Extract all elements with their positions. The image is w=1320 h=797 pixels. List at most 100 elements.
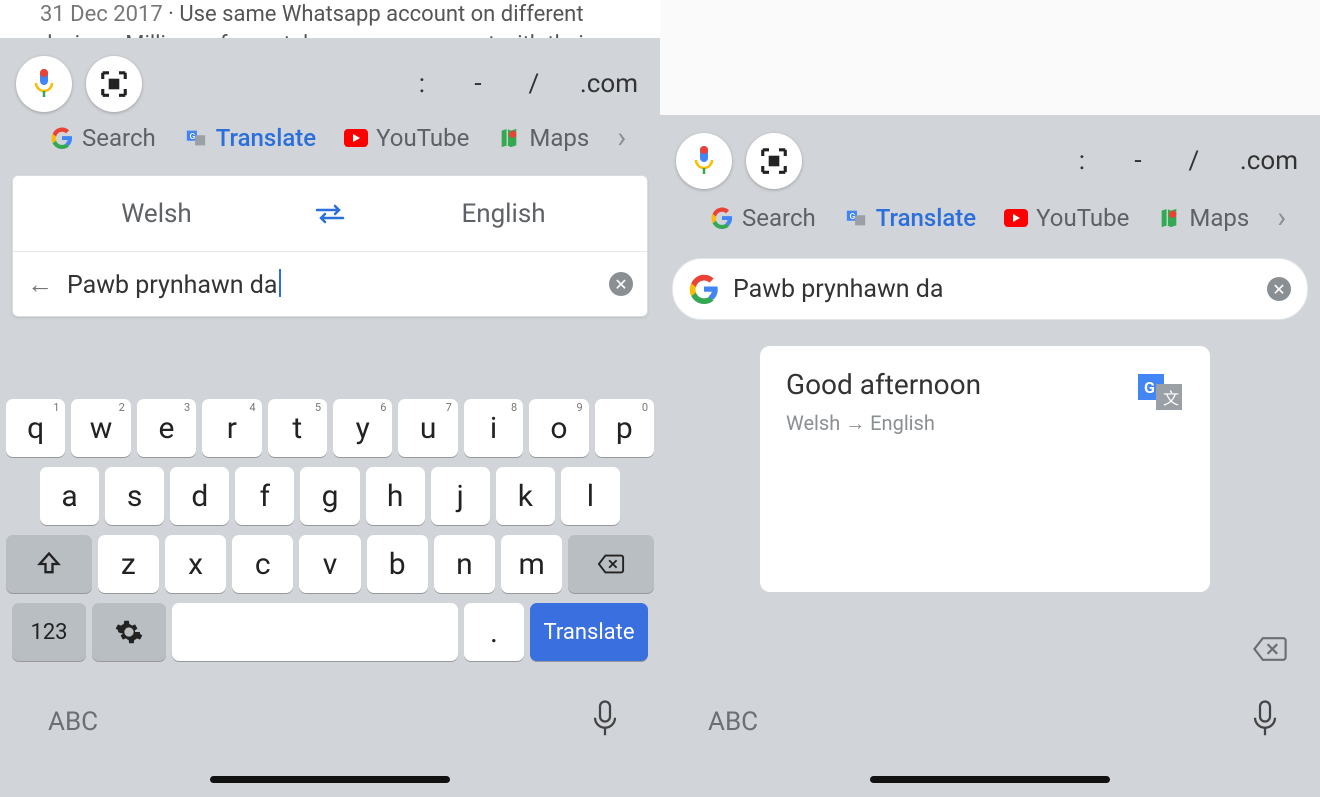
google-translate-icon: G文 — [1136, 368, 1184, 416]
translate-action-key[interactable]: Translate — [530, 603, 648, 661]
punct-dash[interactable]: - — [1128, 146, 1148, 176]
maps-icon — [1157, 206, 1181, 230]
key-z[interactable]: z — [98, 535, 159, 593]
space-key[interactable] — [172, 603, 458, 661]
shift-key[interactable] — [6, 535, 92, 593]
swap-languages-button[interactable] — [300, 204, 360, 224]
abc-label[interactable]: ABC — [48, 707, 98, 737]
chip-maps[interactable]: Maps — [497, 124, 589, 152]
bottom-strip: ABC — [0, 667, 660, 797]
key-m[interactable]: m — [501, 535, 562, 593]
voice-input-button[interactable] — [676, 133, 732, 189]
key-j[interactable]: j — [431, 467, 490, 525]
translate-input[interactable]: Pawb prynhawn da — [67, 269, 609, 300]
punct-dash[interactable]: - — [468, 69, 488, 99]
dictation-button[interactable] — [1250, 700, 1280, 742]
chevron-right-icon[interactable]: › — [617, 120, 626, 155]
key-b[interactable]: b — [367, 535, 428, 593]
home-indicator[interactable] — [870, 776, 1110, 783]
scan-icon — [99, 69, 129, 99]
shift-icon — [35, 550, 63, 578]
translate-icon: G — [844, 206, 868, 230]
scan-button[interactable] — [86, 56, 142, 112]
key-v[interactable]: v — [299, 535, 360, 593]
key-y[interactable]: y6 — [333, 399, 392, 457]
back-arrow-icon[interactable]: ← — [27, 269, 53, 300]
backspace-icon — [1252, 635, 1288, 663]
key-w[interactable]: w2 — [71, 399, 130, 457]
svg-text:文: 文 — [1163, 389, 1179, 408]
search-result-snippet: 31 Dec 2017 · Use same Whatsapp account … — [0, 0, 660, 38]
google-g-icon — [689, 274, 719, 304]
app-shortcuts: Search G Translate YouTube Maps › — [660, 200, 1320, 235]
key-r[interactable]: r4 — [202, 399, 261, 457]
punct-slash[interactable]: / — [524, 69, 544, 99]
backspace-icon — [597, 550, 625, 578]
key-e[interactable]: e3 — [137, 399, 196, 457]
abc-label[interactable]: ABC — [708, 707, 758, 737]
microphone-icon — [691, 146, 717, 176]
translation-result-text: Good afternoon — [786, 368, 981, 401]
backspace-key[interactable] — [568, 535, 654, 593]
key-h[interactable]: h — [366, 467, 425, 525]
key-t[interactable]: t5 — [268, 399, 327, 457]
key-o[interactable]: o9 — [529, 399, 588, 457]
key-k[interactable]: k — [496, 467, 555, 525]
key-s[interactable]: s — [105, 467, 164, 525]
search-card[interactable]: Pawb prynhawn da ✕ — [672, 258, 1308, 320]
language-row: Welsh English — [13, 176, 647, 252]
text-cursor — [279, 269, 281, 297]
punct-colon[interactable]: : — [412, 69, 432, 99]
dictation-button[interactable] — [590, 700, 620, 742]
translation-result-card[interactable]: Good afternoon Welsh → English G文 — [760, 346, 1210, 592]
key-a[interactable]: a — [40, 467, 99, 525]
chip-youtube[interactable]: YouTube — [1004, 204, 1129, 232]
voice-input-button[interactable] — [16, 56, 72, 112]
chip-youtube[interactable]: YouTube — [344, 124, 469, 152]
chip-search[interactable]: Search — [50, 124, 156, 152]
punctuation-suggestions: : - / .com — [412, 69, 644, 99]
browser-content-area — [660, 0, 1320, 115]
scan-button[interactable] — [746, 133, 802, 189]
numeric-key[interactable]: 123 — [12, 603, 86, 661]
key-p[interactable]: p0 — [595, 399, 654, 457]
source-language[interactable]: Welsh — [13, 199, 300, 229]
key-f[interactable]: f — [235, 467, 294, 525]
punct-dotcom[interactable]: .com — [1240, 146, 1298, 176]
key-n[interactable]: n — [434, 535, 495, 593]
period-key[interactable]: . — [464, 603, 524, 661]
chip-maps[interactable]: Maps — [1157, 204, 1249, 232]
key-q[interactable]: q1 — [6, 399, 65, 457]
key-i[interactable]: i8 — [464, 399, 523, 457]
microphone-outline-icon — [590, 700, 620, 738]
settings-key[interactable] — [92, 603, 166, 661]
key-x[interactable]: x — [165, 535, 226, 593]
target-language[interactable]: English — [360, 199, 647, 229]
chip-translate[interactable]: G Translate — [184, 124, 316, 152]
key-l[interactable]: l — [561, 467, 620, 525]
chip-translate[interactable]: G Translate — [844, 204, 976, 232]
translate-icon: G — [184, 126, 208, 150]
key-d[interactable]: d — [170, 467, 229, 525]
punctuation-suggestions: : - / .com — [1072, 146, 1304, 176]
microphone-outline-icon — [1250, 700, 1280, 738]
backspace-button[interactable] — [1252, 635, 1288, 667]
translate-input-row: ← Pawb prynhawn da ✕ — [13, 252, 647, 316]
key-c[interactable]: c — [232, 535, 293, 593]
key-g[interactable]: g — [300, 467, 359, 525]
microphone-icon — [31, 69, 57, 99]
clear-search-button[interactable]: ✕ — [1267, 277, 1291, 301]
google-g-icon — [50, 126, 74, 150]
chip-search[interactable]: Search — [710, 204, 816, 232]
clear-input-button[interactable]: ✕ — [609, 272, 633, 296]
punct-dotcom[interactable]: .com — [580, 69, 638, 99]
home-indicator[interactable] — [210, 776, 450, 783]
left-screenshot: 31 Dec 2017 · Use same Whatsapp account … — [0, 0, 660, 797]
chevron-right-icon[interactable]: › — [1277, 200, 1286, 235]
punct-slash[interactable]: / — [1184, 146, 1204, 176]
bottom-strip: ABC — [660, 667, 1320, 797]
gear-icon — [115, 618, 143, 646]
key-u[interactable]: u7 — [398, 399, 457, 457]
punct-colon[interactable]: : — [1072, 146, 1092, 176]
translation-languages-label: Welsh → English — [786, 411, 981, 436]
